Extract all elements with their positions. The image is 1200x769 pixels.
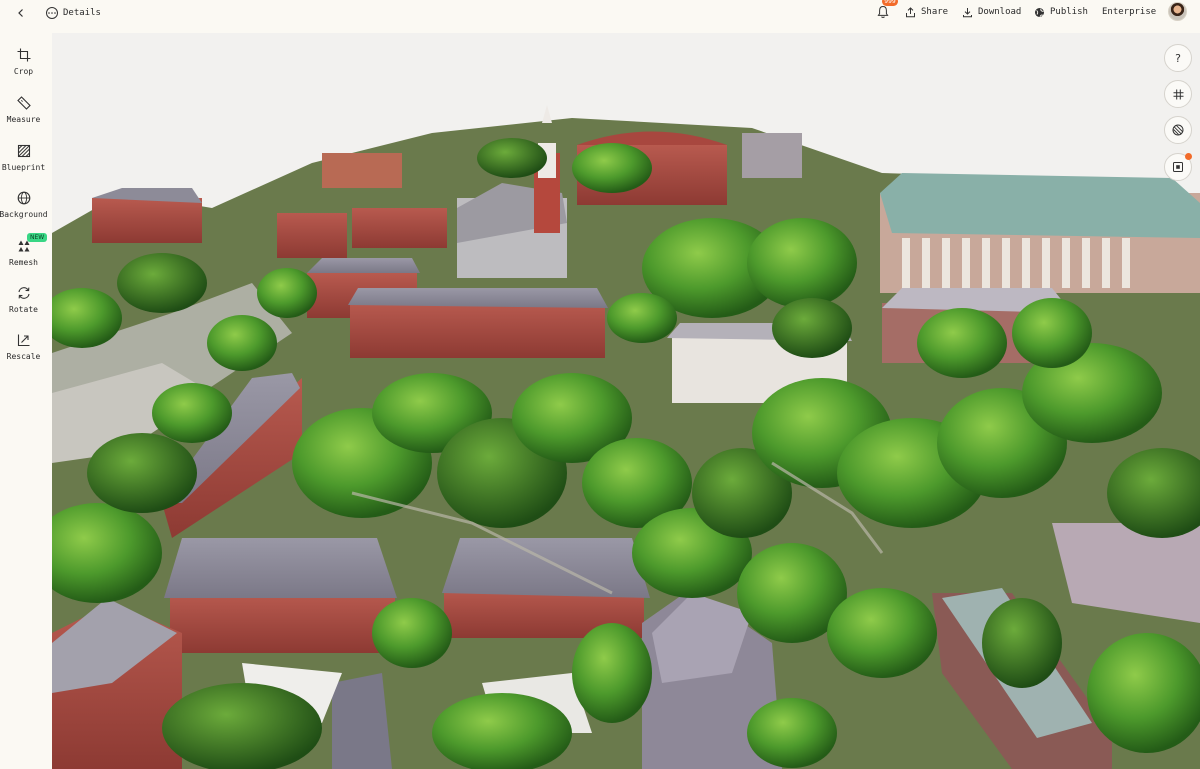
blueprint-tool[interactable]: Blueprint — [0, 142, 47, 182]
globe-icon — [17, 191, 30, 205]
dots-circle-icon — [46, 7, 58, 19]
download-label: Download — [978, 7, 1022, 17]
campus-3d-model — [52, 105, 1200, 769]
help-button[interactable]: ? — [1164, 44, 1192, 72]
frame-icon — [1173, 162, 1183, 172]
measure-tool[interactable]: Measure — [0, 94, 47, 134]
ruler-icon — [16, 96, 31, 110]
blueprint-label: Blueprint — [1, 163, 46, 172]
new-badge: NEW — [27, 233, 48, 242]
share-label: Share — [921, 7, 949, 17]
crop-tool[interactable]: Crop — [0, 46, 47, 86]
download-icon — [963, 7, 972, 17]
enterprise-button[interactable]: Enterprise — [1102, 5, 1156, 19]
rescale-label: Rescale — [6, 352, 41, 361]
share-icon — [906, 6, 915, 17]
avatar[interactable] — [1168, 2, 1187, 21]
measure-label: Measure — [6, 115, 41, 124]
download-button[interactable]: Download — [962, 5, 1021, 19]
publish-label: Publish — [1050, 7, 1088, 17]
rotate-icon — [17, 287, 30, 299]
publish-button[interactable]: Publish — [1034, 5, 1088, 19]
help-icon: ? — [1175, 51, 1181, 65]
globe-icon — [1035, 7, 1044, 17]
background-tool[interactable]: Background — [0, 189, 48, 229]
rescale-tool[interactable]: Rescale — [0, 331, 47, 371]
back-icon — [18, 9, 23, 17]
background-label: Background — [0, 210, 48, 219]
notifications-button[interactable] — [877, 4, 891, 20]
grid-icon — [1173, 89, 1183, 99]
rotate-label: Rotate — [9, 305, 38, 314]
grid-toggle-button[interactable] — [1164, 80, 1192, 108]
enterprise-label: Enterprise — [1102, 7, 1157, 17]
blueprint-icon — [17, 144, 30, 158]
notification-dot — [1185, 153, 1192, 160]
crop-label: Crop — [13, 67, 34, 76]
rescale-icon — [17, 334, 29, 347]
details-button[interactable]: Details — [46, 5, 101, 21]
remesh-label: Remesh — [9, 258, 38, 267]
layers-button[interactable] — [1164, 116, 1192, 144]
notification-count-badge: 999 — [882, 0, 898, 6]
bell-icon — [877, 5, 889, 18]
top-bar: Details 999 Share Download Publish Enter… — [0, 0, 1200, 26]
remesh-tool[interactable]: NEW Remesh — [0, 233, 48, 277]
layers-icon — [1172, 124, 1184, 136]
model-viewport[interactable] — [52, 33, 1200, 769]
share-button[interactable]: Share — [905, 5, 948, 19]
crop-icon — [17, 48, 30, 62]
frame-button[interactable] — [1164, 153, 1192, 181]
details-label: Details — [63, 8, 101, 18]
back-button[interactable] — [12, 4, 30, 22]
tool-sidebar: Crop Measure Blueprint Background NEW Re… — [0, 33, 48, 769]
rotate-tool[interactable]: Rotate — [0, 284, 47, 324]
